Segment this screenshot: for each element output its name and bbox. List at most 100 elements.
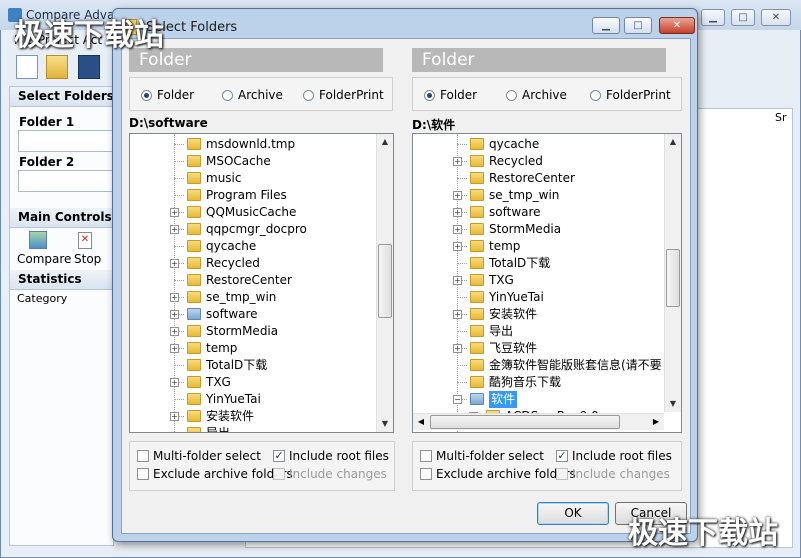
tree-item-label[interactable]: Recycled [489,153,543,170]
tree-item-label[interactable]: StormMedia [206,323,278,340]
tree-row[interactable]: + Recycled [413,153,663,170]
right-multi-folder-label[interactable]: Multi-folder select [436,449,544,463]
left-exclude-archive-label[interactable]: Exclude archive folders [153,467,293,481]
tree-row[interactable]: + se_tmp_win [413,187,663,204]
tree-item-label[interactable]: se_tmp_win [489,187,559,204]
tree-item-label[interactable]: 安装软件 [489,306,537,323]
vertical-scrollbar[interactable]: ▲ ▼ [376,134,393,432]
tree-item-label[interactable]: Program Files [206,187,287,204]
left-include-root-checkbox[interactable]: ✓ [273,450,285,462]
tree-row[interactable]: + se_tmp_win [130,289,380,306]
expand-icon[interactable]: + [170,378,179,387]
tree-item-label[interactable]: msdownld.tmp [206,136,295,153]
stop-icon[interactable]: ✕ [78,232,92,249]
right-radio-archive-label[interactable]: Archive [522,88,567,102]
tree-item-label[interactable]: 导出 [206,425,230,432]
tree-row[interactable]: − 软件 [413,391,663,408]
expand-icon[interactable]: + [170,259,179,268]
dialog-maximize-button[interactable]: □ [624,17,652,34]
tree-row[interactable]: TotalD下载 [130,357,380,374]
expand-icon[interactable]: + [170,412,179,421]
scroll-down-arrow[interactable]: ▼ [665,396,681,412]
tree-item-label[interactable]: RestoreCenter [206,272,292,289]
left-include-root-label[interactable]: Include root files [289,449,389,463]
expand-icon[interactable]: + [453,157,462,166]
scroll-thumb[interactable] [430,415,620,429]
right-include-root-checkbox[interactable]: ✓ [556,450,568,462]
expand-icon[interactable]: + [453,242,462,251]
right-exclude-archive-checkbox[interactable] [420,468,432,480]
tree-item-label[interactable]: qqpcmgr_docpro [206,221,307,238]
tree-item-label[interactable]: TotalD下载 [489,255,550,272]
tree-item-label[interactable]: RestoreCenter [489,170,575,187]
tree-item-label[interactable]: 飞豆软件 [489,340,537,357]
tree-row[interactable]: 导出 [130,425,380,432]
tree-row[interactable]: music [130,170,380,187]
tree-row[interactable]: RestoreCenter [413,170,663,187]
scroll-left-arrow[interactable]: ◀ [413,414,429,430]
expand-icon[interactable]: + [170,310,179,319]
tree-row[interactable]: 酷狗音乐下载 [413,374,663,391]
tree-item-label[interactable]: 导出 [489,323,513,340]
horizontal-scrollbar[interactable]: ◀ ▶ [413,413,664,430]
scroll-right-arrow[interactable]: ▶ [648,414,664,430]
collapse-icon[interactable]: − [453,395,462,404]
left-radio-archive[interactable] [222,90,233,101]
tree-row[interactable]: + TXG [130,374,380,391]
tree-row[interactable]: + software [130,306,380,323]
left-radio-folder[interactable] [141,90,152,101]
tree-row[interactable]: 金簿软件智能版账套信息(请不要 [413,357,663,374]
expand-icon[interactable]: + [170,225,179,234]
tree-item-label[interactable]: 安装软件 [206,408,254,425]
ok-button[interactable]: OK [537,502,609,525]
right-radio-folder-label[interactable]: Folder [440,88,477,102]
new-file-icon[interactable] [16,55,38,79]
tree-row[interactable]: + temp [130,340,380,357]
expand-icon[interactable]: + [453,191,462,200]
expand-icon[interactable]: + [170,293,179,302]
folder1-field[interactable] [18,130,114,152]
left-radio-folderprint-label[interactable]: FolderPrint [319,88,384,102]
tree-row[interactable]: YinYueTai [413,289,663,306]
tree-row[interactable]: + temp [413,238,663,255]
tree-item-label[interactable]: 酷狗音乐下载 [489,374,561,391]
right-folder-tree[interactable]: qycache + Recycled RestoreCenter + se_tmp_win… [412,133,682,433]
tree-row[interactable]: qycache [413,136,663,153]
app-minimize-button[interactable]: ▁ [701,9,725,26]
tree-row[interactable]: + Recycled [130,255,380,272]
tree-row[interactable]: + 安装软件 [413,306,663,323]
tree-item-label[interactable]: temp [489,238,520,255]
tree-item-label[interactable]: TXG [489,272,514,289]
expand-icon[interactable]: + [453,208,462,217]
right-include-root-label[interactable]: Include root files [572,449,672,463]
tree-item-label[interactable]: temp [206,340,237,357]
tree-row[interactable]: TotalD下载 [413,255,663,272]
tree-row[interactable]: + 安装软件 [130,408,380,425]
tree-row[interactable]: + QQMusicCache [130,204,380,221]
tree-item-label[interactable]: QQMusicCache [206,204,296,221]
tree-item-label[interactable]: TotalD下载 [206,357,267,374]
app-close-button[interactable]: ✕ [761,9,791,26]
folder2-field[interactable] [18,170,114,192]
tree-item-label[interactable]: qycache [206,238,256,255]
left-radio-archive-label[interactable]: Archive [238,88,283,102]
tree-row[interactable]: RestoreCenter [130,272,380,289]
compare-button[interactable]: Compare [17,252,71,266]
dialog-close-button[interactable]: ✕ [659,17,695,34]
left-exclude-archive-checkbox[interactable] [137,468,149,480]
tree-row[interactable]: + software [413,204,663,221]
tree-item-label[interactable]: TXG [206,374,231,391]
scroll-down-arrow[interactable]: ▼ [377,416,393,432]
expand-icon[interactable]: + [170,344,179,353]
vertical-scrollbar[interactable]: ▲ ▼ [664,134,681,412]
tree-item-label[interactable]: se_tmp_win [206,289,276,306]
expand-icon[interactable]: + [453,225,462,234]
left-multi-folder-label[interactable]: Multi-folder select [153,449,261,463]
left-folder-tree[interactable]: msdownld.tmp MSOCache music Program Files + Q… [129,133,394,433]
expand-icon[interactable]: + [453,310,462,319]
tree-item-label[interactable]: Recycled [206,255,260,272]
tree-item-label[interactable]: software [489,204,541,221]
save-icon[interactable] [78,55,100,79]
tree-row[interactable]: Program Files [130,187,380,204]
right-exclude-archive-label[interactable]: Exclude archive folders [436,467,576,481]
